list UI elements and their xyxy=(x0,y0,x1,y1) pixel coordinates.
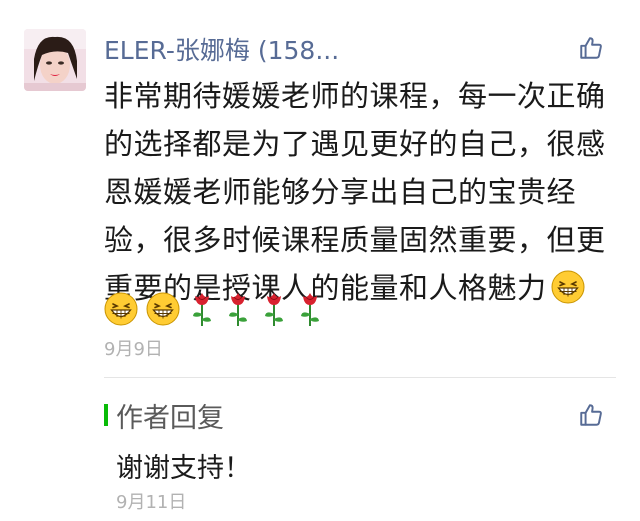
comment-body: 非常期待媛媛老师的课程，每一次正确的选择都是为了遇见更好的自己，很感恩媛媛老师能… xyxy=(104,79,606,305)
reply-indicator-bar xyxy=(104,404,108,426)
reply-like-button[interactable] xyxy=(578,402,604,428)
comment-date: 9月9日 xyxy=(104,339,163,360)
comment-username[interactable]: ELER-张娜梅 (158... xyxy=(104,31,339,67)
comment-text: 非常期待媛媛老师的课程，每一次正确的选择都是为了遇见更好的自己，很感恩媛媛老师能… xyxy=(104,72,614,312)
grin-emoji-icon xyxy=(551,270,585,304)
reply-title: 作者回复 xyxy=(116,403,224,434)
grin-emoji xyxy=(551,270,585,304)
rose-emoji xyxy=(229,293,247,326)
thumbs-up-icon xyxy=(580,404,602,426)
like-button[interactable] xyxy=(578,35,604,61)
thumbs-up-icon xyxy=(580,37,602,59)
rose-emoji xyxy=(301,293,319,326)
rose-emoji xyxy=(265,293,283,326)
reply-text: 谢谢支持！ xyxy=(116,453,251,484)
divider xyxy=(104,377,616,378)
rose-emoji xyxy=(193,293,211,326)
grin-emoji xyxy=(146,292,180,326)
reply-date: 9月11日 xyxy=(116,492,187,513)
grin-emoji xyxy=(104,292,138,326)
avatar[interactable] xyxy=(24,29,86,91)
emoji-row xyxy=(104,287,324,331)
